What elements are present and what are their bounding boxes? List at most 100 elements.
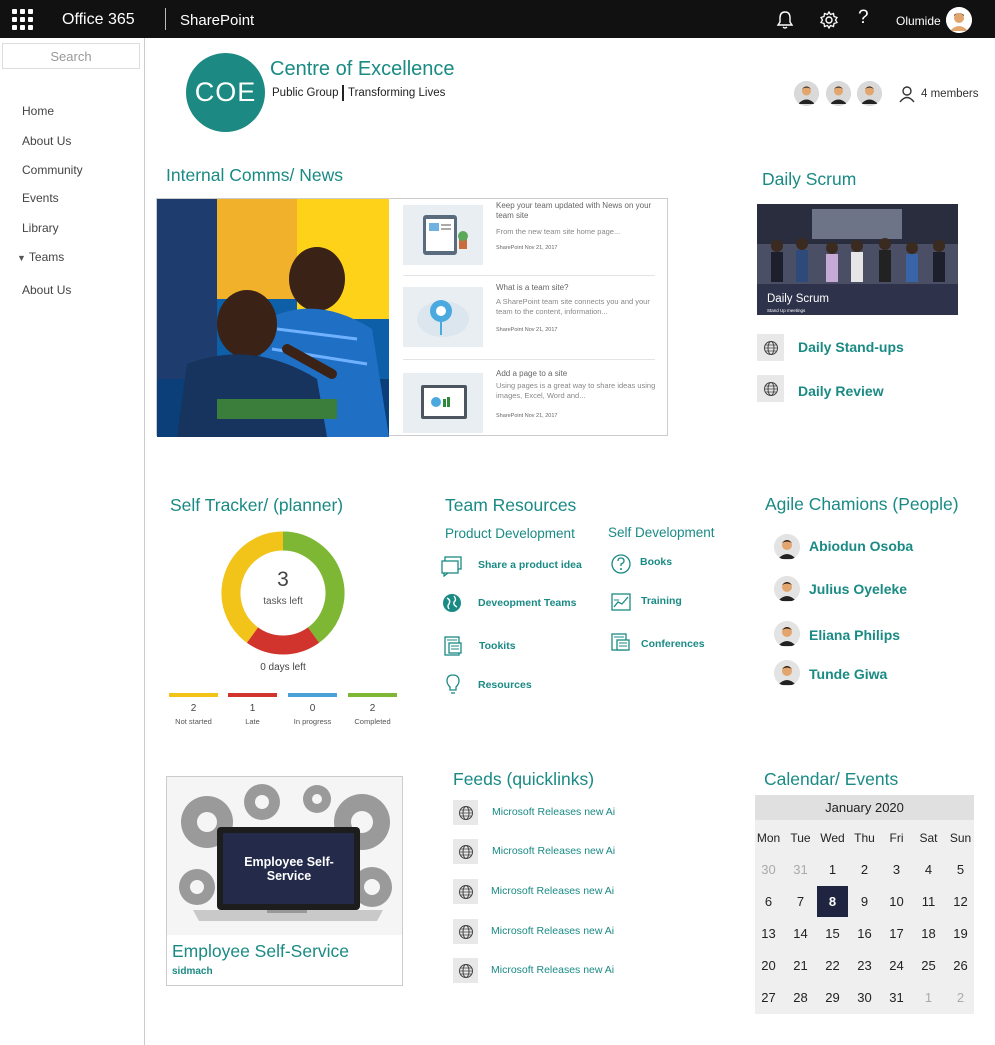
- calendar-day[interactable]: 26: [945, 950, 976, 981]
- help-icon[interactable]: ?: [858, 7, 869, 29]
- books-link[interactable]: Books: [640, 556, 672, 568]
- calendar-day[interactable]: 2: [849, 854, 880, 885]
- member-avatar[interactable]: [857, 81, 882, 106]
- calendar-day[interactable]: 30: [849, 982, 880, 1013]
- site-logo[interactable]: COE: [186, 53, 265, 132]
- globe-icon[interactable]: [453, 839, 478, 864]
- calendar-day[interactable]: 16: [849, 918, 880, 949]
- nav-library[interactable]: Library: [22, 221, 59, 235]
- calendar-day[interactable]: 13: [753, 918, 784, 949]
- person-icon[interactable]: [898, 85, 916, 103]
- calendar-day[interactable]: 28: [785, 982, 816, 1013]
- calendar-day[interactable]: 2: [945, 982, 976, 1013]
- news-item[interactable]: Add a page to a site Using pages is a gr…: [403, 369, 655, 439]
- globe-icon[interactable]: [453, 879, 478, 904]
- calendar-day[interactable]: 31: [881, 982, 912, 1013]
- daily-review-link[interactable]: Daily Review: [798, 383, 884, 399]
- person-name[interactable]: Julius Oyeleke: [809, 581, 907, 597]
- app-launcher-icon[interactable]: [12, 9, 33, 30]
- nav-about-us-2[interactable]: About Us: [22, 283, 71, 297]
- calendar-month[interactable]: January 2020: [755, 795, 974, 820]
- bell-icon[interactable]: [774, 9, 796, 31]
- calendar-day[interactable]: 12: [945, 886, 976, 917]
- office-365-brand[interactable]: Office 365: [62, 11, 135, 29]
- calendar-day[interactable]: 19: [945, 918, 976, 949]
- training-link[interactable]: Training: [641, 595, 682, 607]
- calendar-day[interactable]: 21: [785, 950, 816, 981]
- calendar-day[interactable]: 17: [881, 918, 912, 949]
- calendar-day[interactable]: 6: [753, 886, 784, 917]
- employee-self-service-card[interactable]: Employee Self-Service Employee Self-Serv…: [166, 776, 403, 986]
- conferences-link[interactable]: Conferences: [641, 638, 705, 650]
- user-avatar[interactable]: [946, 7, 972, 33]
- calendar-day[interactable]: 31: [785, 854, 816, 885]
- nav-community[interactable]: Community: [22, 163, 83, 177]
- person-avatar[interactable]: [774, 576, 800, 602]
- globe-icon[interactable]: [757, 334, 784, 361]
- member-avatar[interactable]: [794, 81, 819, 106]
- globe-icon[interactable]: [453, 800, 478, 825]
- feed-link[interactable]: Microsoft Releases new Ai: [492, 845, 615, 857]
- calendar-day[interactable]: 27: [753, 982, 784, 1013]
- person-avatar[interactable]: [774, 621, 800, 647]
- calendar-day[interactable]: 10: [881, 886, 912, 917]
- resources-link[interactable]: Resources: [478, 679, 532, 691]
- daily-standups-link[interactable]: Daily Stand-ups: [798, 339, 904, 355]
- news-item[interactable]: What is a team site? A SharePoint team s…: [403, 283, 655, 353]
- calendar-day[interactable]: 3: [881, 854, 912, 885]
- person-name[interactable]: Tunde Giwa: [809, 666, 887, 682]
- feed-link[interactable]: Microsoft Releases new Ai: [492, 806, 615, 818]
- donut-segment-late[interactable]: [246, 627, 320, 655]
- calendar-day[interactable]: 1: [913, 982, 944, 1013]
- globe-icon[interactable]: [453, 919, 478, 944]
- calendar-day[interactable]: 22: [817, 950, 848, 981]
- share-product-idea-link[interactable]: Share a product idea: [478, 559, 582, 571]
- calendar-day[interactable]: 8: [817, 886, 848, 917]
- members-count[interactable]: 4 members: [921, 88, 979, 100]
- development-teams-link[interactable]: Deveopment Teams: [478, 597, 576, 609]
- calendar-day[interactable]: 20: [753, 950, 784, 981]
- user-name[interactable]: Olumide: [896, 14, 941, 28]
- person-avatar[interactable]: [774, 660, 800, 686]
- globe-icon[interactable]: [453, 958, 478, 983]
- calendar-day[interactable]: 29: [817, 982, 848, 1013]
- status-bar-completed: [348, 693, 397, 697]
- person-name[interactable]: Eliana Philips: [809, 627, 900, 643]
- calendar-day[interactable]: 24: [881, 950, 912, 981]
- calendar-day[interactable]: 7: [785, 886, 816, 917]
- calendar-day[interactable]: 4: [913, 854, 944, 885]
- ess-subtitle[interactable]: sidmach: [172, 966, 213, 977]
- calendar-day[interactable]: 18: [913, 918, 944, 949]
- globe-icon[interactable]: [757, 375, 784, 402]
- nav-teams[interactable]: ▼ Teams: [17, 250, 64, 264]
- member-avatar[interactable]: [826, 81, 851, 106]
- calendar-day[interactable]: 1: [817, 854, 848, 885]
- person-name[interactable]: Abiodun Osoba: [809, 538, 913, 554]
- gear-icon[interactable]: [818, 9, 840, 31]
- suite-divider: [165, 8, 166, 30]
- toolkits-link[interactable]: Tookits: [479, 640, 516, 652]
- search-input[interactable]: [2, 43, 140, 69]
- chevron-down-icon[interactable]: ▼: [17, 253, 26, 263]
- calendar-day[interactable]: 15: [817, 918, 848, 949]
- feed-link[interactable]: Microsoft Releases new Ai: [491, 964, 614, 976]
- nav-about-us[interactable]: About Us: [22, 134, 71, 148]
- person-avatar[interactable]: [774, 534, 800, 560]
- tasks-donut-chart[interactable]: [220, 530, 346, 656]
- feed-link[interactable]: Microsoft Releases new Ai: [491, 925, 614, 937]
- nav-events[interactable]: Events: [22, 191, 59, 205]
- calendar-day[interactable]: 14: [785, 918, 816, 949]
- calendar-day[interactable]: 9: [849, 886, 880, 917]
- sharepoint-link[interactable]: SharePoint: [180, 12, 254, 29]
- feed-link[interactable]: Microsoft Releases new Ai: [491, 885, 614, 897]
- news-hero-image[interactable]: [157, 199, 389, 437]
- scrum-image[interactable]: Daily Scrum Stand Up meetings: [757, 204, 958, 315]
- calendar-day[interactable]: 5: [945, 854, 976, 885]
- calendar-day[interactable]: 25: [913, 950, 944, 981]
- ess-title[interactable]: Employee Self-Service: [172, 941, 349, 962]
- nav-home[interactable]: Home: [22, 104, 54, 118]
- calendar-day[interactable]: 30: [753, 854, 784, 885]
- calendar-day[interactable]: 11: [913, 886, 944, 917]
- calendar-day[interactable]: 23: [849, 950, 880, 981]
- news-item[interactable]: Keep your team updated with News on your…: [403, 201, 655, 271]
